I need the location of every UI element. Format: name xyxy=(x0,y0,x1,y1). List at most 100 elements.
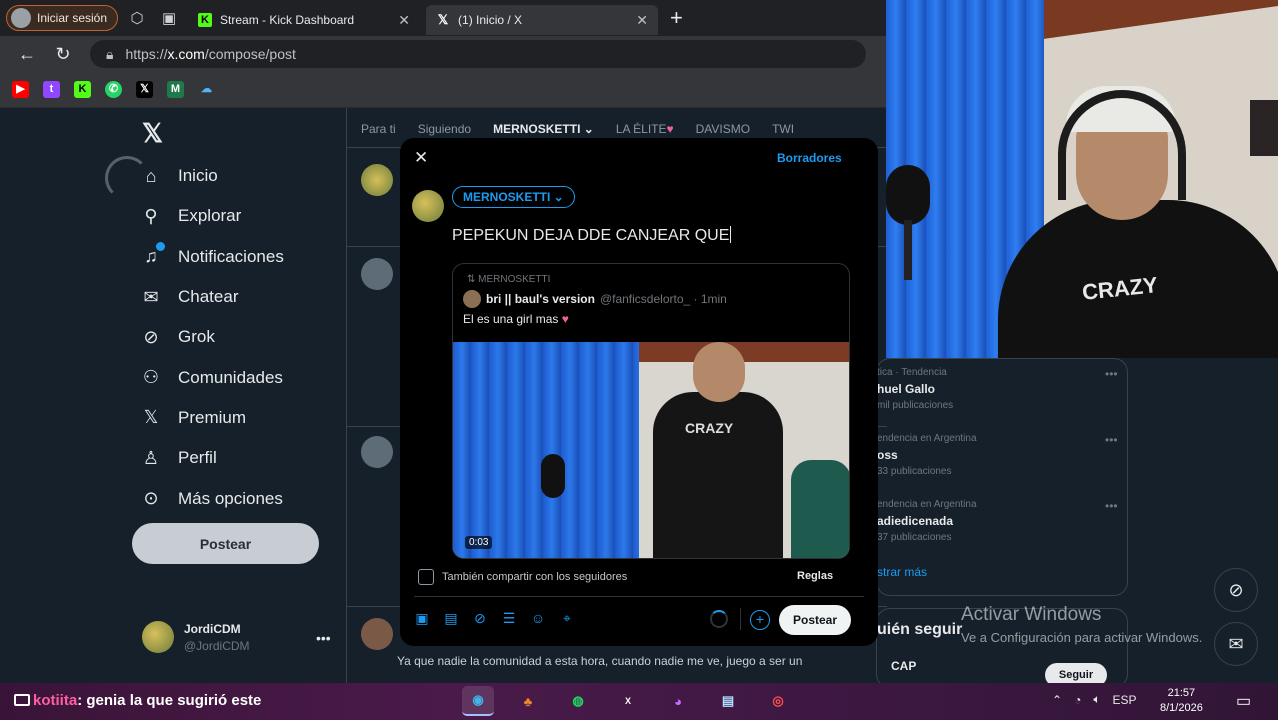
chair xyxy=(791,460,849,558)
address-bar-row: ← ↻ 🔒︎ https://x.com/compose/post xyxy=(0,36,886,72)
x-logo-icon[interactable]: 𝕏 xyxy=(142,118,163,149)
mail-icon: ✉ xyxy=(143,286,159,307)
microphone-arm xyxy=(904,220,912,280)
share-with-followers-option[interactable]: También compartir con los seguidores xyxy=(418,569,627,585)
nav-item-more[interactable]: ⊙ Más opciones xyxy=(140,478,284,518)
edge-icon[interactable]: ◉ xyxy=(462,686,494,716)
show-more-link[interactable]: strar más xyxy=(877,565,927,579)
profile-name: JordiCDM xyxy=(184,621,241,636)
messages-icon[interactable]: ✉ xyxy=(1214,622,1258,666)
new-tab-icon[interactable]: + xyxy=(670,5,683,31)
fl-studio-icon[interactable]: ♣ xyxy=(512,686,544,716)
nav-item-grok[interactable]: ⊘ Grok xyxy=(140,317,284,357)
chevron-up-icon[interactable]: ⌃ xyxy=(1052,693,1062,707)
volume-icon[interactable]: 🔈︎ xyxy=(1093,692,1100,707)
back-icon[interactable]: ← xyxy=(14,44,40,65)
url-field[interactable]: 🔒︎ https://x.com/compose/post xyxy=(90,40,866,68)
person-icon: ♙ xyxy=(142,447,160,468)
avatar[interactable] xyxy=(361,164,393,196)
nav-item-home[interactable]: ⌂ Inicio xyxy=(140,156,284,196)
grok-icon[interactable]: ⊘ xyxy=(472,610,488,627)
spotify-icon[interactable]: ◍ xyxy=(562,686,594,716)
nav-item-explore[interactable]: ⚲ Explorar xyxy=(140,196,284,236)
nav-item-profile[interactable]: ♙ Perfil xyxy=(140,438,284,478)
app-icon[interactable]: M xyxy=(167,81,184,98)
x-icon[interactable]: 𝕏 xyxy=(136,81,153,98)
grok-icon[interactable]: ⊘ xyxy=(1214,568,1258,612)
grok-icon: ⊘ xyxy=(143,326,159,347)
post-button[interactable]: Postear xyxy=(132,523,319,564)
nav-label: Inicio xyxy=(178,166,218,186)
trend-item[interactable]: tica · Tendencia huel Gallo mil publicac… xyxy=(877,367,1118,411)
nav-item-chat[interactable]: ✉ Chatear xyxy=(140,277,284,317)
more-icon[interactable]: ••• xyxy=(1105,433,1118,447)
nav-item-notifications[interactable]: ♫ Notificaciones xyxy=(140,237,284,277)
more-icon[interactable]: ••• xyxy=(1105,367,1118,381)
whatsapp-icon[interactable]: ✆ xyxy=(105,81,122,98)
signin-button[interactable]: Iniciar sesión xyxy=(6,5,119,31)
suggestion-name[interactable]: CAP xyxy=(891,659,916,673)
tab-kick-dashboard[interactable]: K Stream - Kick Dashboard ✕ xyxy=(188,5,420,35)
xsplit-icon[interactable]: X xyxy=(612,686,644,716)
microphone xyxy=(886,165,930,225)
discord-icon[interactable]: ◕ xyxy=(662,686,694,716)
notification-center-icon[interactable]: ▭ xyxy=(1236,691,1251,711)
avatar[interactable] xyxy=(361,258,393,290)
trend-item[interactable]: endencia en Argentina oss 33 publicacion… xyxy=(877,433,1118,477)
gif-icon[interactable]: ▤ xyxy=(443,610,459,627)
trend-name: huel Gallo xyxy=(877,382,936,396)
avatar xyxy=(463,290,481,308)
location-icon[interactable]: ⌖ xyxy=(559,610,575,627)
quoted-post[interactable]: ⇅ MERNOSKETTI bri || baul's version @fan… xyxy=(452,263,850,559)
tab-actions-icon[interactable]: ▣ xyxy=(156,5,182,31)
network-icon[interactable]: ◔ xyxy=(1074,693,1081,707)
more-icon[interactable]: ••• xyxy=(316,630,331,646)
tab-for-you[interactable]: Para ti xyxy=(361,122,396,147)
nav-item-communities[interactable]: ⚇ Comunidades xyxy=(140,357,284,397)
trend-name: adiedicenada xyxy=(877,514,954,528)
nav-label: Más opciones xyxy=(178,488,283,508)
close-tab-icon[interactable]: ✕ xyxy=(636,12,648,29)
chat-username: kotiita xyxy=(33,692,78,709)
rules-link[interactable]: Reglas xyxy=(797,570,833,582)
activate-windows-title: Activar Windows xyxy=(961,604,1102,625)
more-icon[interactable]: ••• xyxy=(1105,499,1118,513)
poll-icon[interactable]: ☰ xyxy=(501,610,517,627)
avatar[interactable] xyxy=(361,618,393,650)
avatar xyxy=(142,621,174,653)
add-post-icon[interactable]: + xyxy=(750,610,770,630)
nav-item-premium[interactable]: 𝕏 Premium xyxy=(140,398,284,438)
cloud-icon[interactable]: ☁ xyxy=(198,81,215,98)
notepad-icon[interactable]: ▤ xyxy=(712,686,744,716)
nav-label: Perfil xyxy=(178,448,217,468)
compose-textarea[interactable]: PEPEKUN DEJA DDE CANJEAR QUE xyxy=(452,226,732,245)
post-button[interactable]: Postear xyxy=(779,605,851,635)
share-checkbox[interactable] xyxy=(418,569,434,585)
reload-icon[interactable]: ↻ xyxy=(50,44,76,65)
kick-icon[interactable]: K xyxy=(74,81,91,98)
workspaces-icon[interactable]: ⬡ xyxy=(124,5,150,31)
chat-message: : genia la que sugirió este xyxy=(77,692,262,709)
drafts-link[interactable]: Borradores xyxy=(777,151,842,165)
nav-list: ⌂ Inicio ⚲ Explorar ♫ Notificaciones ✉ Chate… xyxy=(140,156,284,519)
x-icon: 𝕏 xyxy=(143,407,159,428)
quoted-text: El es una girl mas ♥ xyxy=(463,312,569,326)
account-switcher[interactable]: JordiCDM @JordiCDM xyxy=(142,621,250,653)
youtube-icon[interactable]: ▶ xyxy=(12,81,29,98)
clock[interactable]: 21:57 8/1/2026 xyxy=(1160,686,1203,716)
language-indicator[interactable]: ESP xyxy=(1113,693,1137,707)
webcam-overlay: CRAZY xyxy=(886,0,1278,358)
emoji-icon[interactable]: ☺ xyxy=(530,610,546,627)
tab-x-home[interactable]: 𝕏 (1) Inicio / X ✕ xyxy=(426,5,659,35)
obs-icon[interactable]: ◎ xyxy=(762,686,794,716)
taskbar: kotiita: genia la que sugirió este ◉ ♣ ◍… xyxy=(0,683,1278,720)
avatar[interactable] xyxy=(361,436,393,468)
twitch-icon[interactable]: t xyxy=(43,81,60,98)
x-icon: 𝕏 xyxy=(437,12,449,27)
close-tab-icon[interactable]: ✕ xyxy=(398,12,410,29)
trend-item[interactable]: endencia en Argentina adiedicenada 37 pu… xyxy=(877,499,1118,543)
close-icon[interactable]: ✕ xyxy=(414,148,428,168)
quoted-video[interactable]: CRAZY 0:03 xyxy=(453,342,849,558)
audience-selector[interactable]: MERNOSKETTI ⌄ xyxy=(452,186,575,208)
media-icon[interactable]: ▣ xyxy=(414,610,430,627)
